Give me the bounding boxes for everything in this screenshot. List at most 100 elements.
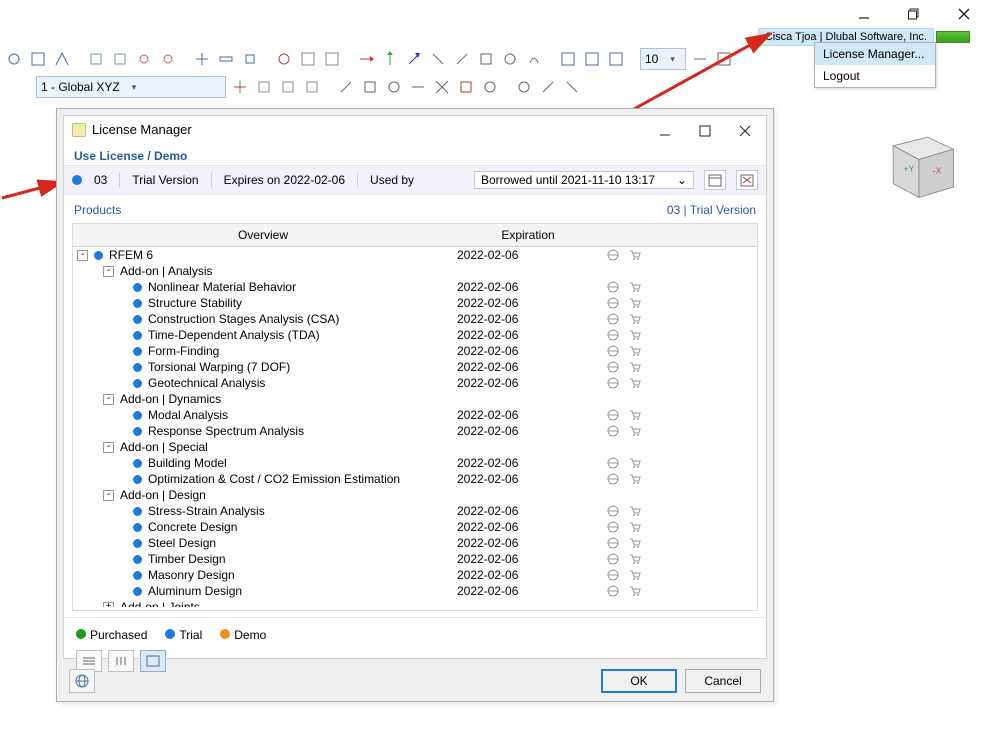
tool-icon[interactable] [456, 77, 476, 97]
cart-icon[interactable] [629, 329, 641, 341]
borrowed-until-dropdown[interactable]: Borrowed until 2021-11-10 13:17 ⌄ [474, 171, 694, 189]
cart-icon[interactable] [629, 505, 641, 517]
cart-icon[interactable] [629, 377, 641, 389]
cart-icon[interactable] [629, 553, 641, 565]
tool-icon[interactable] [322, 49, 342, 69]
view-mode-button[interactable] [108, 650, 134, 672]
web-icon[interactable] [607, 313, 619, 325]
tool-icon[interactable] [428, 49, 448, 69]
tool-icon[interactable] [360, 77, 380, 97]
tool-icon[interactable] [538, 77, 558, 97]
tool-icon[interactable] [110, 49, 130, 69]
table-row[interactable]: Masonry Design2022-02-06 [73, 567, 757, 583]
table-row[interactable]: Modal Analysis2022-02-06 [73, 407, 757, 423]
tool-icon[interactable] [254, 77, 274, 97]
tool-icon[interactable] [500, 49, 520, 69]
tool-icon[interactable] [274, 49, 294, 69]
tool-icon[interactable] [452, 49, 472, 69]
tool-icon[interactable] [562, 77, 582, 97]
table-row[interactable]: +Add-on | Joints [73, 599, 757, 607]
table-row[interactable]: Optimization & Cost / CO2 Emission Estim… [73, 471, 757, 487]
table-row[interactable]: Concrete Design2022-02-06 [73, 519, 757, 535]
web-icon[interactable] [607, 553, 619, 565]
ok-button[interactable]: OK [601, 669, 677, 693]
tool-icon[interactable] [86, 49, 106, 69]
cart-icon[interactable] [629, 249, 641, 261]
tree-toggle[interactable]: - [77, 250, 88, 261]
table-row[interactable]: Steel Design2022-02-06 [73, 535, 757, 551]
table-row[interactable]: -Add-on | Analysis [73, 263, 757, 279]
tool-icon[interactable] [432, 77, 452, 97]
cancel-button[interactable]: Cancel [685, 669, 761, 693]
globe-button[interactable] [69, 669, 95, 693]
table-row[interactable]: Nonlinear Material Behavior2022-02-06 [73, 279, 757, 295]
cart-icon[interactable] [629, 313, 641, 325]
tool-icon[interactable] [134, 49, 154, 69]
table-row[interactable]: Time-Dependent Analysis (TDA)2022-02-06 [73, 327, 757, 343]
tool-icon[interactable] [690, 49, 710, 69]
tool-icon[interactable] [582, 49, 602, 69]
tool-icon[interactable] [558, 49, 578, 69]
table-row[interactable]: Form-Finding2022-02-06 [73, 343, 757, 359]
tool-icon[interactable] [158, 49, 178, 69]
dialog-maximize-button[interactable] [694, 122, 716, 140]
tool-icon[interactable] [192, 49, 212, 69]
table-row[interactable]: -Add-on | Special [73, 439, 757, 455]
maximize-button[interactable] [900, 4, 928, 24]
table-row[interactable]: Torsional Warping (7 DOF)2022-02-06 [73, 359, 757, 375]
cart-icon[interactable] [629, 521, 641, 533]
cart-icon[interactable] [629, 425, 641, 437]
cart-icon[interactable] [629, 569, 641, 581]
table-row[interactable]: Construction Stages Analysis (CSA)2022-0… [73, 311, 757, 327]
tool-icon[interactable] [524, 49, 544, 69]
table-row[interactable]: Stress-Strain Analysis2022-02-06 [73, 503, 757, 519]
cart-icon[interactable] [629, 409, 641, 421]
close-button[interactable] [950, 4, 978, 24]
table-row[interactable]: Response Spectrum Analysis2022-02-06 [73, 423, 757, 439]
table-row[interactable]: -Add-on | Design [73, 487, 757, 503]
tool-icon[interactable] [480, 77, 500, 97]
web-icon[interactable] [607, 425, 619, 437]
cart-icon[interactable] [629, 345, 641, 357]
dialog-close-button[interactable] [734, 122, 756, 140]
tool-icon[interactable] [606, 49, 626, 69]
calendar-remove-icon-button[interactable] [736, 170, 758, 190]
web-icon[interactable] [607, 505, 619, 517]
web-icon[interactable] [607, 377, 619, 389]
tool-icon[interactable] [52, 49, 72, 69]
coord-system-combo[interactable]: 1 - Global XYZ▾ [36, 76, 226, 98]
tool-icon[interactable] [240, 49, 260, 69]
web-icon[interactable] [607, 249, 619, 261]
tool-icon[interactable] [408, 77, 428, 97]
web-icon[interactable] [607, 537, 619, 549]
table-row[interactable]: Aluminum Design2022-02-06 [73, 583, 757, 599]
cart-icon[interactable] [629, 281, 641, 293]
snap-num-combo[interactable]: 10▾ [640, 48, 686, 70]
cart-icon[interactable] [629, 361, 641, 373]
calendar-icon-button[interactable] [704, 170, 726, 190]
web-icon[interactable] [607, 585, 619, 597]
tool-icon[interactable] [514, 77, 534, 97]
tree-toggle[interactable]: - [103, 394, 114, 405]
tree-toggle[interactable]: - [103, 490, 114, 501]
tool-icon[interactable] [230, 77, 250, 97]
web-icon[interactable] [607, 409, 619, 421]
minimize-button[interactable] [850, 4, 878, 24]
view-cube[interactable]: +Y -X [876, 120, 962, 206]
cart-icon[interactable] [629, 297, 641, 309]
tree-toggle[interactable]: - [103, 266, 114, 277]
web-icon[interactable] [607, 521, 619, 533]
tool-icon[interactable] [28, 49, 48, 69]
tool-icon[interactable] [216, 49, 236, 69]
axis-x-icon[interactable] [356, 49, 376, 69]
table-row[interactable]: -RFEM 62022-02-06 [73, 247, 757, 263]
dialog-minimize-button[interactable] [654, 122, 676, 140]
tool-icon[interactable] [302, 77, 322, 97]
cart-icon[interactable] [629, 537, 641, 549]
tree-toggle[interactable]: - [103, 442, 114, 453]
cart-icon[interactable] [629, 473, 641, 485]
axis-y-icon[interactable] [380, 49, 400, 69]
web-icon[interactable] [607, 297, 619, 309]
axis-z-icon[interactable] [404, 49, 424, 69]
tool-icon[interactable] [476, 49, 496, 69]
